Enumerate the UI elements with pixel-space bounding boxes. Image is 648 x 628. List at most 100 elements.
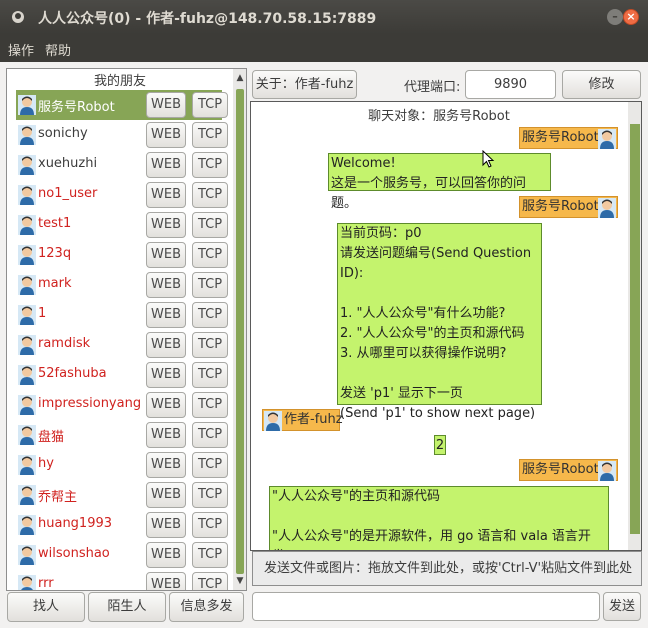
- friend-row[interactable]: 123q WEB TCP: [16, 240, 228, 270]
- tcp-button[interactable]: TCP: [192, 152, 228, 178]
- menu-help[interactable]: 帮助: [45, 40, 71, 59]
- user-avatar-icon: [18, 215, 36, 235]
- send-button[interactable]: 发送: [603, 592, 641, 621]
- web-button[interactable]: WEB: [146, 302, 186, 328]
- web-button[interactable]: WEB: [146, 572, 186, 590]
- friend-row[interactable]: huang1993 WEB TCP: [16, 510, 228, 540]
- friend-row[interactable]: 52fashuba WEB TCP: [16, 360, 228, 390]
- user-avatar-icon: [18, 455, 36, 475]
- friend-name: impressionyang: [38, 396, 142, 411]
- panel-splitter[interactable]: [233, 68, 247, 591]
- friend-row[interactable]: ramdisk WEB TCP: [16, 330, 228, 360]
- friend-row[interactable]: 盘猫 WEB TCP: [16, 420, 228, 450]
- web-button[interactable]: WEB: [146, 542, 186, 568]
- web-button[interactable]: WEB: [146, 182, 186, 208]
- tcp-button[interactable]: TCP: [192, 482, 228, 508]
- tcp-button[interactable]: TCP: [192, 542, 228, 568]
- stranger-button[interactable]: 陌生人: [88, 592, 166, 622]
- friend-name: no1_user: [38, 186, 98, 201]
- close-button[interactable]: ×: [623, 9, 639, 25]
- user-avatar-icon: [18, 395, 36, 415]
- web-button[interactable]: WEB: [146, 92, 186, 118]
- friend-row[interactable]: rrr WEB TCP: [16, 570, 228, 591]
- menu-operations[interactable]: 操作: [8, 40, 34, 59]
- user-avatar-icon: [598, 198, 616, 218]
- friend-row[interactable]: wilsonshao WEB TCP: [16, 540, 228, 570]
- user-avatar-icon: [264, 411, 282, 431]
- minimize-button[interactable]: –: [607, 9, 623, 25]
- web-button[interactable]: WEB: [146, 332, 186, 358]
- web-button[interactable]: WEB: [146, 152, 186, 178]
- friend-row[interactable]: 1 WEB TCP: [16, 300, 228, 330]
- web-button[interactable]: WEB: [146, 512, 186, 538]
- tcp-button[interactable]: TCP: [192, 512, 228, 538]
- user-avatar-icon: [18, 515, 36, 535]
- message-bubble: 2: [434, 435, 446, 455]
- web-button[interactable]: WEB: [146, 452, 186, 478]
- tcp-button[interactable]: TCP: [192, 92, 228, 118]
- chat-target-label: 聊天对象：服务号Robot: [368, 109, 510, 124]
- user-avatar-icon: [18, 545, 36, 565]
- friend-row[interactable]: test1 WEB TCP: [16, 210, 228, 240]
- friend-name: huang1993: [38, 516, 113, 531]
- modify-button[interactable]: 修改: [562, 70, 641, 99]
- chat-area[interactable]: 聊天对象：服务号Robot 服务号Robot Welcome! 这是一个服务号，…: [250, 101, 642, 551]
- friend-name: xuehuzhi: [38, 156, 98, 171]
- friend-name: 52fashuba: [38, 366, 107, 381]
- friend-row[interactable]: no1_user WEB TCP: [16, 180, 228, 210]
- broadcast-button[interactable]: 信息多发: [169, 592, 244, 622]
- user-avatar-icon: [18, 335, 36, 355]
- friend-name: wilsonshao: [38, 546, 110, 561]
- about-button[interactable]: 关于：作者-fuhz: [252, 70, 357, 99]
- friend-row[interactable]: 服务号Robot WEB TCP: [16, 90, 228, 120]
- user-avatar-icon: [18, 575, 36, 590]
- friend-row[interactable]: impressionyang WEB TCP: [16, 390, 228, 420]
- message-bubble: 当前页码：p0 请发送问题编号(Send Question ID): 1. "人…: [337, 223, 542, 421]
- tcp-button[interactable]: TCP: [192, 572, 228, 590]
- tcp-button[interactable]: TCP: [192, 242, 228, 268]
- tcp-button[interactable]: TCP: [192, 272, 228, 298]
- tcp-button[interactable]: TCP: [192, 392, 228, 418]
- mouse-cursor-icon: [482, 150, 495, 168]
- tcp-button[interactable]: TCP: [192, 452, 228, 478]
- web-button[interactable]: WEB: [146, 212, 186, 238]
- friend-row[interactable]: mark WEB TCP: [16, 270, 228, 300]
- user-avatar-icon: [18, 245, 36, 265]
- friend-row[interactable]: hy WEB TCP: [16, 450, 228, 480]
- web-button[interactable]: WEB: [146, 392, 186, 418]
- web-button[interactable]: WEB: [146, 362, 186, 388]
- tcp-button[interactable]: TCP: [192, 332, 228, 358]
- tcp-button[interactable]: TCP: [192, 212, 228, 238]
- friend-name: test1: [38, 216, 72, 231]
- proxy-port-input[interactable]: 9890: [465, 70, 556, 99]
- tcp-button[interactable]: TCP: [192, 302, 228, 328]
- tcp-button[interactable]: TCP: [192, 422, 228, 448]
- tcp-button[interactable]: TCP: [192, 122, 228, 148]
- user-avatar-icon: [18, 425, 36, 445]
- user-avatar-icon: [598, 461, 616, 481]
- web-button[interactable]: WEB: [146, 422, 186, 448]
- web-button[interactable]: WEB: [146, 242, 186, 268]
- sender-tag-me: 作者-fuhz: [262, 409, 343, 431]
- friend-name: rrr: [38, 576, 54, 591]
- web-button[interactable]: WEB: [146, 272, 186, 298]
- friend-row[interactable]: xuehuzhi WEB TCP: [16, 150, 228, 180]
- message-bubble: Welcome! 这是一个服务号，可以回答你的问题。: [328, 153, 551, 211]
- chat-scroll-thumb[interactable]: [630, 124, 640, 534]
- friend-row[interactable]: 乔帮主 WEB TCP: [16, 480, 228, 510]
- friend-row[interactable]: sonichy WEB TCP: [16, 120, 228, 150]
- web-button[interactable]: WEB: [146, 482, 186, 508]
- tcp-button[interactable]: TCP: [192, 362, 228, 388]
- user-avatar-icon: [18, 125, 36, 145]
- tcp-button[interactable]: TCP: [192, 182, 228, 208]
- message-input[interactable]: [252, 592, 600, 621]
- message-bubble: "人人公众号"的主页和源代码 "人人公众号"的是开源软件，用 go 语言和 va…: [269, 486, 609, 550]
- friend-name: 乔帮主: [38, 490, 78, 505]
- friend-name: ramdisk: [38, 336, 91, 351]
- sender-name: 服务号Robot: [522, 462, 599, 477]
- friend-name: 服务号Robot: [38, 100, 115, 115]
- chat-scrollbar[interactable]: [628, 102, 641, 550]
- web-button[interactable]: WEB: [146, 122, 186, 148]
- file-drop-zone[interactable]: 发送文件或图片：拖放文件到此处，或按'Ctrl-V'粘贴文件到此处: [252, 551, 642, 586]
- find-person-button[interactable]: 找人: [7, 592, 85, 622]
